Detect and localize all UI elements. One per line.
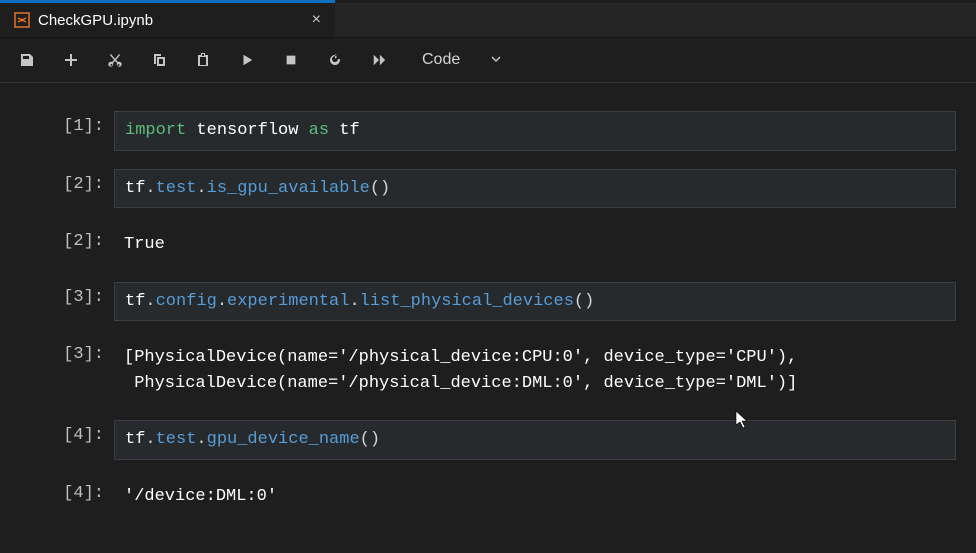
- cell-input-1[interactable]: import tensorflow as tf: [114, 111, 956, 151]
- tab-checkgpu[interactable]: CheckGPU.ipynb ×: [0, 3, 335, 37]
- cell-type-label: Code: [422, 51, 460, 69]
- tab-title: CheckGPU.ipynb: [38, 12, 153, 29]
- tok: .: [196, 179, 206, 198]
- tok: .: [349, 292, 359, 311]
- run-icon[interactable]: [238, 51, 256, 69]
- tok: (): [370, 179, 390, 198]
- run-all-icon[interactable]: [370, 51, 388, 69]
- token-module: tensorflow: [196, 121, 298, 140]
- tok: (): [574, 292, 594, 311]
- prompt-out-2: [2]:: [20, 226, 114, 251]
- restart-icon[interactable]: [326, 51, 344, 69]
- cell-output-4: '/device:DML:0': [114, 478, 956, 516]
- chevron-down-icon: [490, 52, 502, 68]
- tok: .: [145, 430, 155, 449]
- cell-input-2[interactable]: tf.test.is_gpu_available(): [114, 169, 956, 209]
- prompt-out-3: [3]:: [20, 339, 114, 364]
- cell-output-3: [PhysicalDevice(name='/physical_device:C…: [114, 339, 956, 402]
- tok: tf: [125, 292, 145, 311]
- token-alias: tf: [339, 121, 359, 140]
- prompt-out-4: [4]:: [20, 478, 114, 503]
- notebook-toolbar: Code: [0, 38, 976, 83]
- prompt-in-2: [2]:: [20, 169, 114, 194]
- cell-type-select[interactable]: Code: [414, 49, 510, 71]
- cell-4-output-row: [4]: '/device:DML:0': [20, 478, 956, 516]
- tok: test: [156, 430, 197, 449]
- tok: is_gpu_available: [207, 179, 370, 198]
- tab-bar: CheckGPU.ipynb ×: [0, 3, 976, 38]
- tok: experimental: [227, 292, 349, 311]
- cell-3-output-row: [3]: [PhysicalDevice(name='/physical_dev…: [20, 339, 956, 402]
- copy-icon[interactable]: [150, 51, 168, 69]
- cell-1: [1]: import tensorflow as tf: [20, 111, 956, 151]
- jupyter-icon: [14, 12, 30, 28]
- tok: .: [145, 179, 155, 198]
- tok: test: [156, 179, 197, 198]
- prompt-in-4: [4]:: [20, 420, 114, 445]
- cell-2: [2]: tf.test.is_gpu_available(): [20, 169, 956, 209]
- cell-input-4[interactable]: tf.test.gpu_device_name(): [114, 420, 956, 460]
- cell-2-output-row: [2]: True: [20, 226, 956, 264]
- tok: list_physical_devices: [360, 292, 574, 311]
- paste-icon[interactable]: [194, 51, 212, 69]
- tok: tf: [125, 179, 145, 198]
- save-icon[interactable]: [18, 51, 36, 69]
- tok: gpu_device_name: [207, 430, 360, 449]
- cell-input-3[interactable]: tf.config.experimental.list_physical_dev…: [114, 282, 956, 322]
- token-keyword: as: [309, 121, 329, 140]
- tok: (): [360, 430, 380, 449]
- close-icon[interactable]: ×: [312, 11, 321, 29]
- tok: .: [145, 292, 155, 311]
- cell-3: [3]: tf.config.experimental.list_physica…: [20, 282, 956, 322]
- cell-output-2: True: [114, 226, 956, 264]
- stop-icon[interactable]: [282, 51, 300, 69]
- tok: .: [196, 430, 206, 449]
- add-cell-icon[interactable]: [62, 51, 80, 69]
- prompt-in-1: [1]:: [20, 111, 114, 136]
- notebook-area: [1]: import tensorflow as tf [2]: tf.tes…: [0, 83, 976, 553]
- tok: .: [217, 292, 227, 311]
- tok: tf: [125, 430, 145, 449]
- cut-icon[interactable]: [106, 51, 124, 69]
- cell-4: [4]: tf.test.gpu_device_name(): [20, 420, 956, 460]
- token-keyword: import: [125, 121, 186, 140]
- tok: config: [156, 292, 217, 311]
- prompt-in-3: [3]:: [20, 282, 114, 307]
